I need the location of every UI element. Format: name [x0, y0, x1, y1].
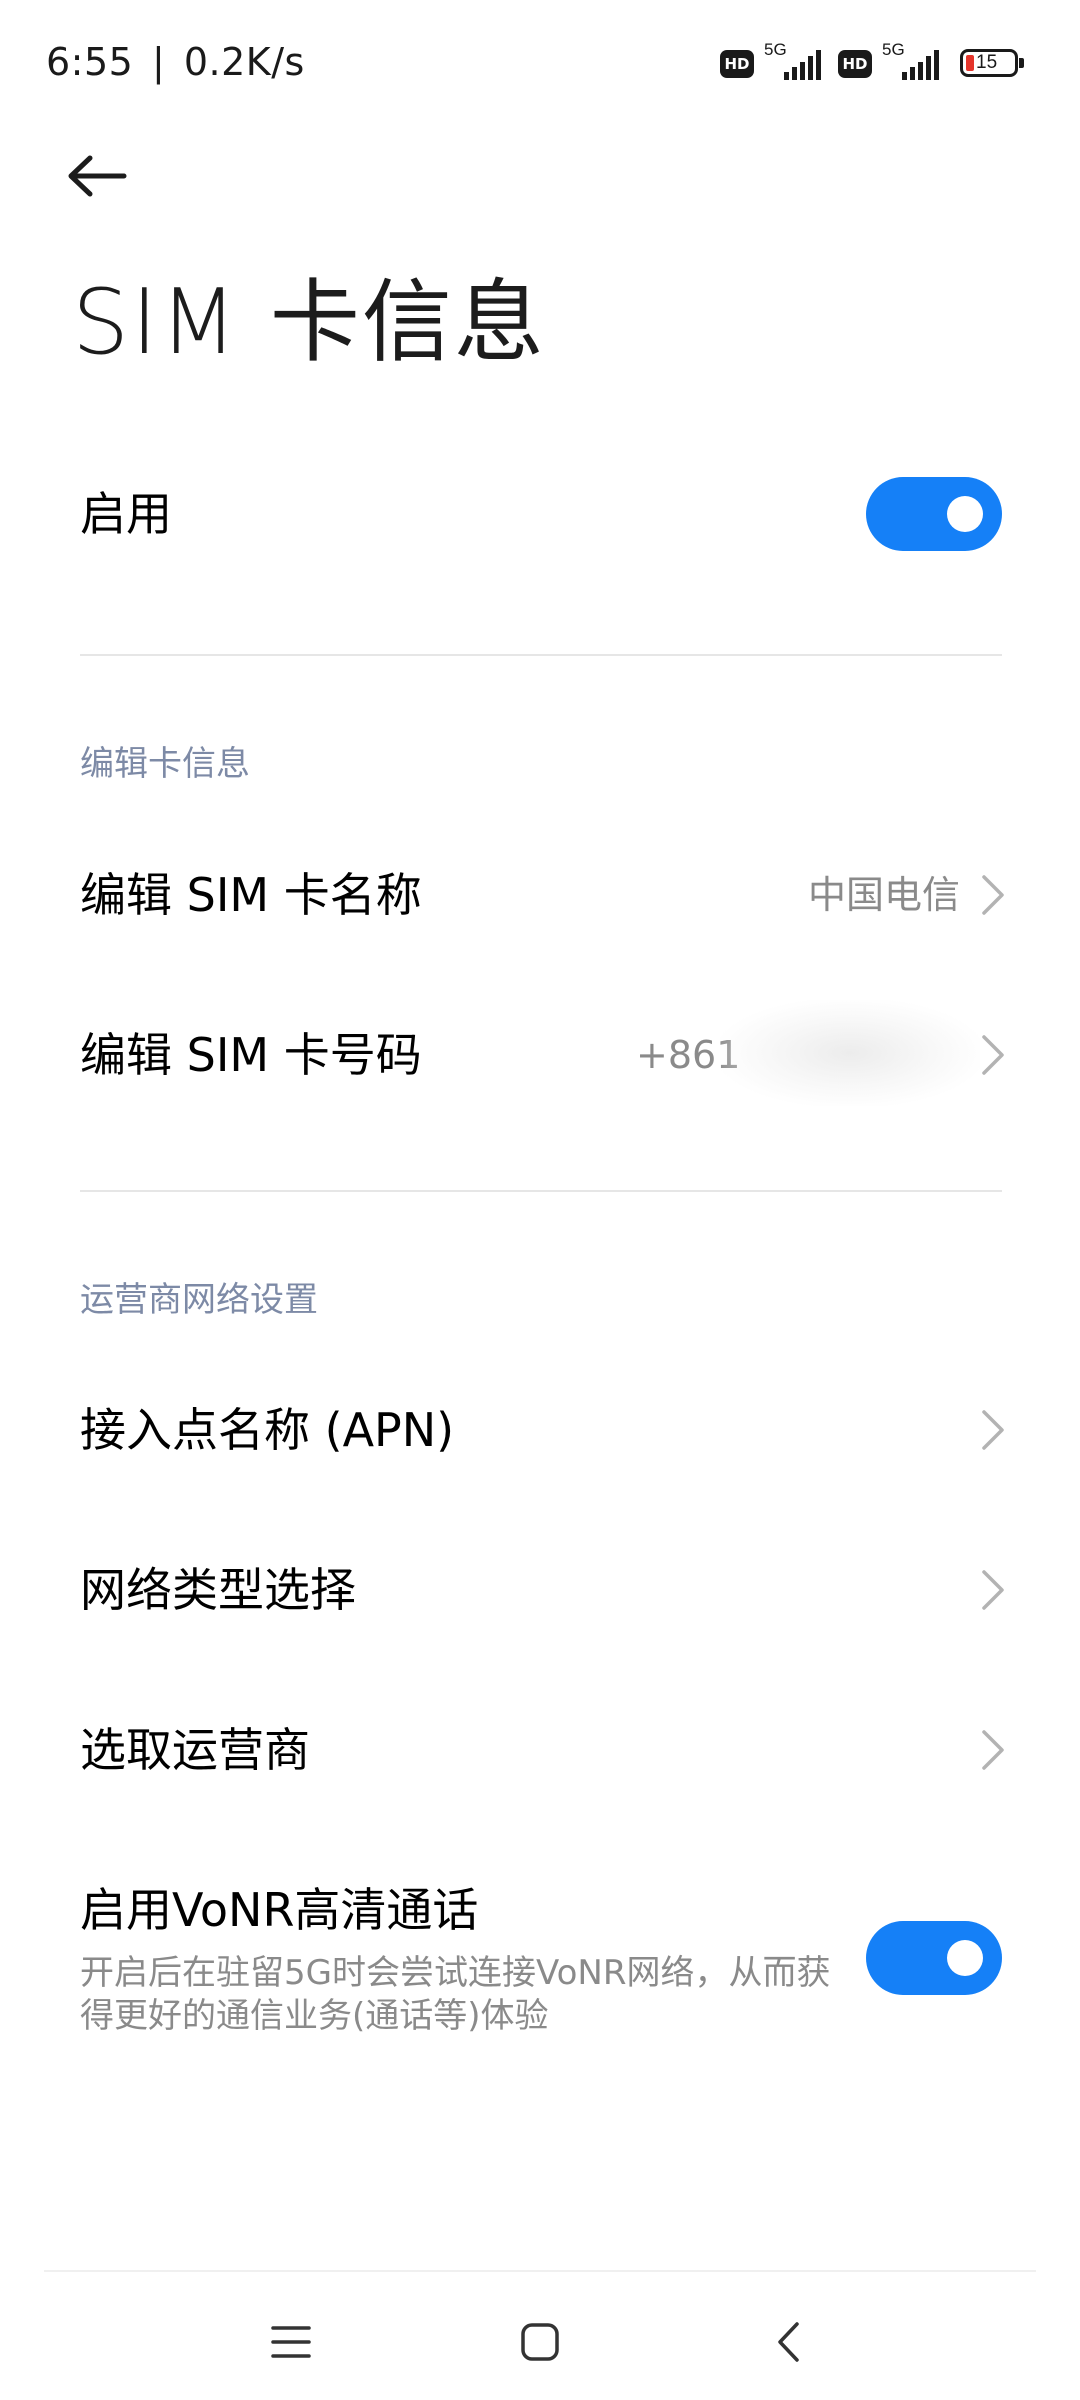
- network-type-label: 网络类型选择: [80, 1563, 356, 1617]
- signal-bars-icon: [784, 50, 821, 80]
- edit-sim-name-row[interactable]: 编辑 SIM 卡名称 中国电信: [0, 840, 1080, 950]
- hd-badge-sim2: HD: [838, 50, 872, 78]
- sim-name-value: 中国电信: [807, 873, 960, 917]
- select-operator-label: 选取运营商: [80, 1723, 310, 1777]
- chevron-right-icon: [982, 875, 1004, 915]
- vonr-description: 开启后在驻留5G时会尝试连接VoNR网络，从而获得更好的通信业务(通话等)体验: [80, 1953, 831, 2036]
- edit-sim-number-label: 编辑 SIM 卡号码: [80, 1028, 422, 1082]
- status-separator: |: [151, 40, 166, 84]
- signal-sim1: 5G: [764, 40, 828, 84]
- chevron-left-icon: [778, 2322, 799, 2362]
- network-type-row[interactable]: 网络类型选择: [0, 1535, 1080, 1645]
- menu-button[interactable]: [256, 2310, 326, 2374]
- enable-toggle[interactable]: [866, 477, 1002, 551]
- system-back-button[interactable]: [752, 2306, 824, 2378]
- vonr-toggle[interactable]: [866, 1921, 1002, 1995]
- select-operator-row[interactable]: 选取运营商: [0, 1695, 1080, 1805]
- divider: [80, 654, 1002, 656]
- chevron-right-icon: [982, 1570, 1004, 1610]
- vonr-label: 启用VoNR高清通话: [80, 1883, 479, 1937]
- section-header-carrier: 运营商网络设置: [80, 1280, 318, 1320]
- toggle-knob: [947, 496, 983, 532]
- chevron-right-icon: [982, 1410, 1004, 1450]
- apn-label: 接入点名称 (APN): [80, 1403, 455, 1457]
- page-title: SIM 卡信息: [72, 270, 546, 375]
- toggle-knob: [947, 1940, 983, 1976]
- battery-level: 15: [976, 52, 998, 73]
- status-bar-time: 6:55 | 0.2K/s: [46, 38, 305, 86]
- enable-label: 启用: [80, 487, 172, 541]
- home-icon: [521, 2323, 559, 2361]
- chevron-right-icon: [982, 1035, 1004, 1075]
- battery-fill: [966, 55, 974, 71]
- hd-badge-sim1: HD: [720, 50, 754, 78]
- clock: 6:55: [46, 40, 134, 84]
- edit-sim-name-label: 编辑 SIM 卡名称: [80, 868, 422, 922]
- status-icons: HD 5G HD 5G 15: [720, 40, 1024, 88]
- back-button[interactable]: [66, 140, 146, 212]
- signal-bars-icon: [902, 50, 939, 80]
- redacted-number-blur: [720, 1000, 980, 1106]
- menu-icon: [271, 2326, 311, 2358]
- arrow-left-icon: [68, 155, 127, 197]
- nav-divider: [44, 2270, 1036, 2272]
- home-button[interactable]: [504, 2306, 576, 2378]
- chevron-right-icon: [982, 1730, 1004, 1770]
- divider: [80, 1190, 1002, 1192]
- section-header-edit: 编辑卡信息: [80, 744, 250, 784]
- apn-row[interactable]: 接入点名称 (APN): [0, 1375, 1080, 1485]
- battery-icon: 15: [960, 49, 1024, 79]
- signal-sim2: 5G: [882, 40, 946, 84]
- network-speed: 0.2K/s: [183, 40, 305, 84]
